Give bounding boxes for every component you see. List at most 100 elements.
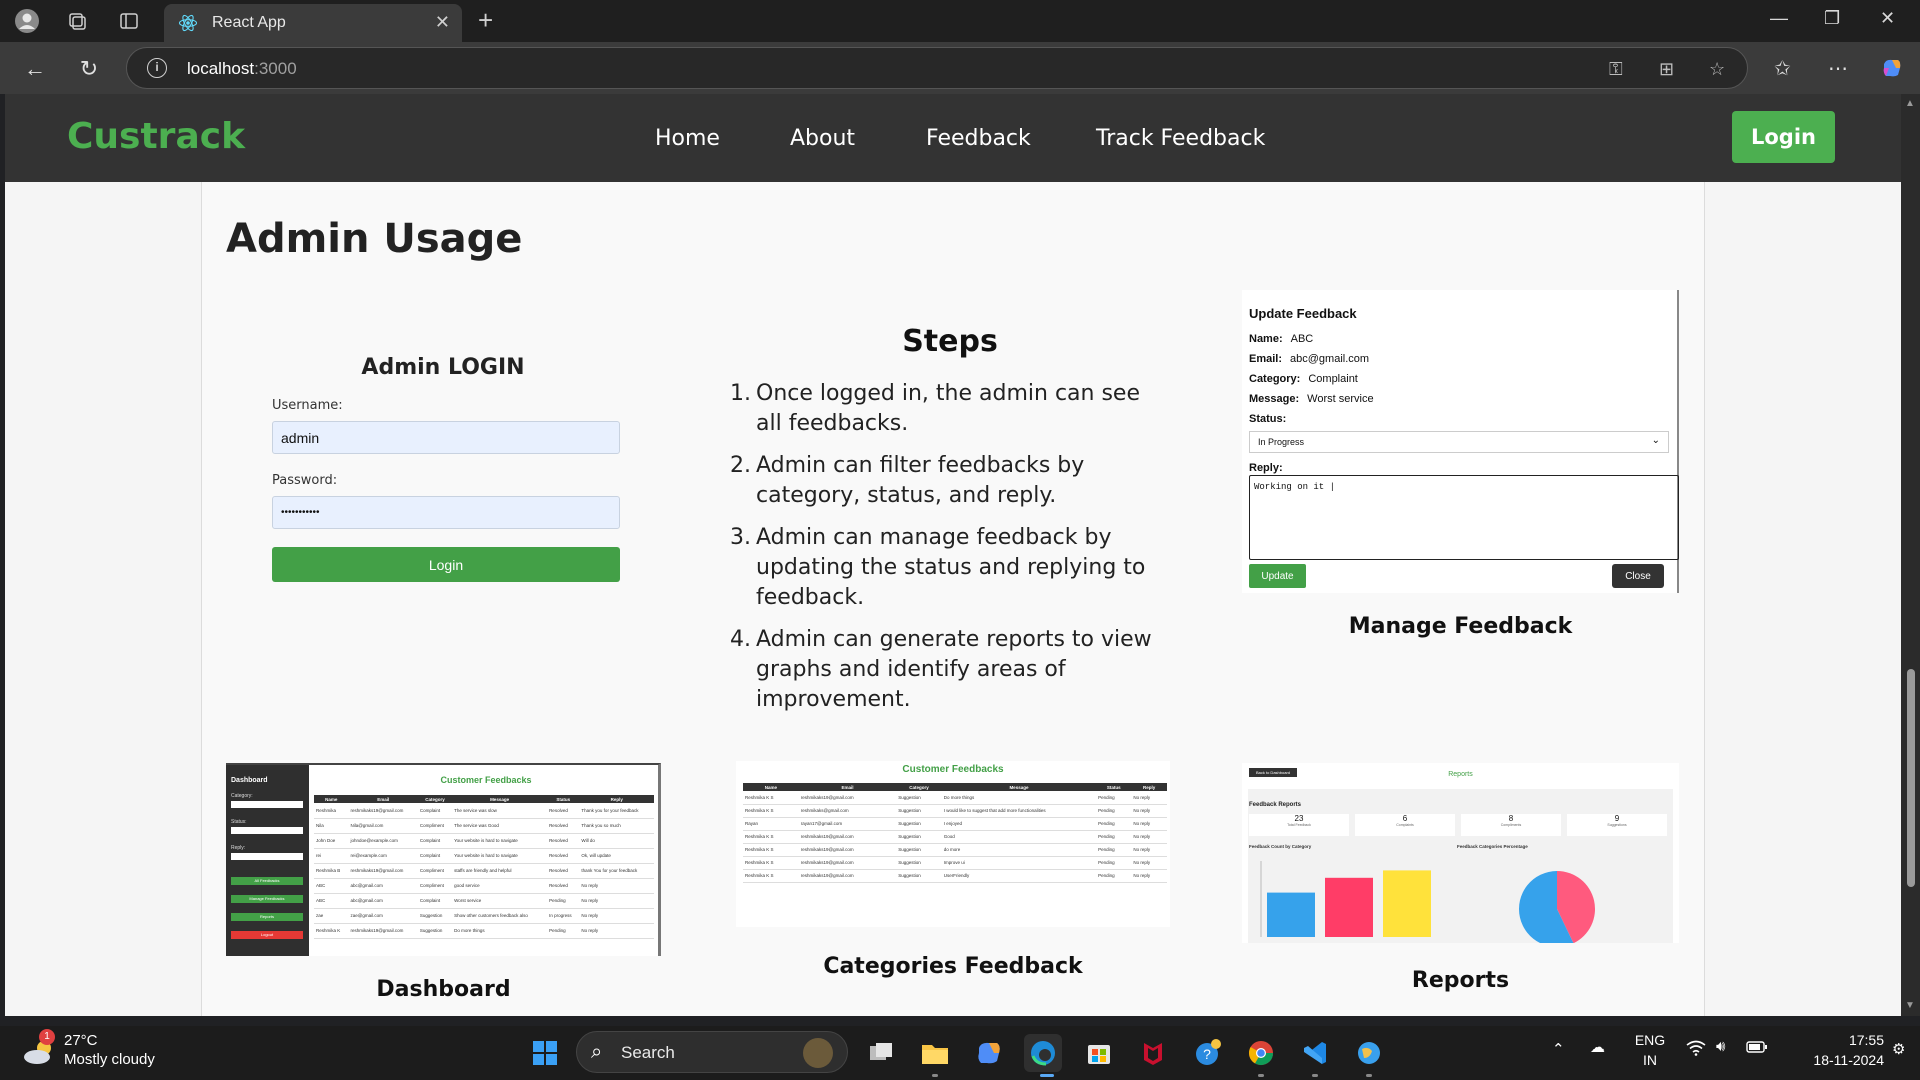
table-cell: Do more things [452, 923, 548, 939]
windows-start-icon[interactable] [526, 1034, 564, 1072]
table-cell: Resolved [547, 818, 580, 834]
table-header: Email [798, 783, 897, 791]
step-item: 2. Admin can filter feedbacks by category… [730, 453, 1085, 508]
copilot-icon[interactable] [1880, 56, 1904, 86]
dashboard-sidebar: Dashboard Category: Status: Reply: All F… [226, 765, 309, 956]
nav-home[interactable]: Home [655, 126, 720, 151]
table-cell: Resolved [547, 863, 580, 879]
favorite-star-icon[interactable]: ☆ [1709, 59, 1725, 80]
table-cell: Pending [1096, 791, 1132, 805]
table-row: rei rei@example.com Complaint Your website … [314, 848, 654, 864]
notification-icon[interactable]: ⚙ [1892, 1040, 1905, 1058]
table-header: Email [348, 795, 418, 803]
weather-temp[interactable]: 27°C [64, 1032, 98, 1049]
taskbar-search[interactable]: ⌕ Search [576, 1031, 848, 1073]
file-explorer-icon[interactable] [916, 1034, 954, 1072]
table-cell: abc@gmail.com [348, 878, 418, 894]
volume-icon[interactable]: 🔊︎ [1716, 1038, 1725, 1055]
steps-list: 1. Once logged in, the admin can see all … [730, 379, 1170, 727]
help-icon[interactable]: ? [1188, 1034, 1226, 1072]
new-tab-icon[interactable]: + [478, 7, 493, 33]
dashboard-table: Name Email Category Message Status Reply Reshm… [314, 795, 654, 939]
status-select: In Progress ⌄ [1249, 431, 1669, 453]
task-view-icon[interactable] [862, 1034, 900, 1072]
table-cell: Compliment [417, 863, 453, 879]
table-cell: Improve ui [941, 856, 1097, 870]
apps-icon[interactable]: ⊞ [1659, 59, 1674, 80]
table-cell: Reshmika K [314, 923, 349, 939]
onedrive-icon[interactable]: ☁ [1590, 1038, 1605, 1056]
table-cell: rei [314, 848, 349, 864]
steps-title: Steps [902, 324, 998, 359]
vertical-tabs-icon[interactable] [116, 8, 142, 34]
browser-toolbar: ← ↻ i localhost:3000 ⚿ ⊞ ☆ ✩ ⋯ [0, 42, 1920, 94]
table-cell: I would like to suggest that add more fu… [941, 804, 1097, 818]
table-row: ABC abc@gmail.com Complaint Worst service Pe… [314, 893, 654, 909]
reports-screenshot: Back to Dashboard Reports Feedback Repor… [1242, 763, 1679, 943]
mcafee-icon[interactable] [1134, 1034, 1172, 1072]
profile-icon[interactable] [14, 8, 40, 34]
navbar-login-button[interactable]: Login [1732, 111, 1835, 163]
show-hidden-icons[interactable]: ⌃ [1552, 1040, 1565, 1058]
taskbar-clock[interactable]: 17:55 18-11-2024 [1774, 1030, 1884, 1070]
globe-app-icon[interactable] [1350, 1034, 1388, 1072]
nav-track-feedback[interactable]: Track Feedback [1096, 126, 1265, 151]
site-brand[interactable]: Custrack [67, 116, 245, 157]
table-row: zae zae@gmail.com Suggestion Show other cus… [314, 908, 654, 924]
scroll-up-icon[interactable]: ▲ [1905, 98, 1915, 109]
favorites-icon[interactable]: ✩ [1774, 56, 1791, 81]
key-icon[interactable]: ⚿ [1609, 59, 1623, 80]
wifi-icon[interactable] [1686, 1040, 1706, 1060]
edge-icon[interactable] [1024, 1034, 1062, 1072]
table-cell: Resolved [547, 848, 580, 864]
table-cell: ABC [314, 878, 349, 894]
nav-about[interactable]: About [790, 126, 855, 151]
address-bar[interactable]: i localhost:3000 ⚿ ⊞ ☆ [126, 47, 1748, 89]
username-label: Username: [272, 398, 343, 413]
weather-desc[interactable]: Mostly cloudy [64, 1051, 155, 1068]
table-header: Message [452, 795, 548, 803]
table-cell: No reply [1131, 856, 1167, 870]
close-tab-icon[interactable]: ✕ [435, 12, 450, 33]
table-cell: Your website is hard to navigate [452, 833, 548, 849]
table-row: Reshmika Breshmikaks19@gmail.com Complime… [314, 863, 654, 879]
report-bar-chart [1260, 861, 1431, 937]
page-scrollbar[interactable]: ▲ ▼ [1901, 94, 1920, 1016]
scroll-down-icon[interactable]: ▼ [1905, 1000, 1915, 1011]
refresh-icon[interactable]: ↻ [74, 54, 104, 84]
table-row: Reshmika Kreshmikaks19@gmail.com Suggesti… [314, 923, 654, 939]
nav-feedback[interactable]: Feedback [926, 126, 1031, 151]
site-info-icon[interactable]: i [147, 58, 167, 78]
close-window-icon[interactable]: ✕ [1880, 8, 1895, 29]
vscode-icon[interactable] [1296, 1034, 1334, 1072]
more-options-icon[interactable]: ⋯ [1828, 56, 1848, 81]
close-button: Close [1612, 564, 1664, 588]
copilot-app-icon[interactable] [970, 1034, 1008, 1072]
minimize-icon[interactable]: — [1770, 8, 1788, 29]
table-cell: Your website is hard to navigate [452, 848, 548, 864]
battery-icon[interactable] [1746, 1040, 1768, 1058]
table-cell: Resolved [547, 803, 580, 819]
update-feedback-screenshot: Update Feedback Name: ABC Email: abc@gmail… [1242, 290, 1679, 593]
table-cell: The service was Good [452, 818, 548, 834]
update-button: Update [1249, 564, 1306, 588]
table-cell: Do more things [941, 791, 1097, 805]
workspaces-icon[interactable] [64, 8, 90, 34]
svg-text:?: ? [1203, 1046, 1211, 1062]
restore-icon[interactable]: ❐ [1824, 8, 1840, 29]
report-bar [1267, 892, 1315, 937]
table-cell: Show other customers feedback also [452, 908, 548, 924]
scrollbar-thumb[interactable] [1907, 669, 1915, 887]
microsoft-store-icon[interactable] [1080, 1034, 1118, 1072]
browser-tab[interactable]: React App ✕ [164, 4, 462, 42]
language-indicator[interactable]: ENG IN [1630, 1030, 1670, 1070]
step-item: 1. Once logged in, the admin can see all … [730, 381, 1140, 436]
browser-tab-bar: React App ✕ + — ❐ ✕ [0, 0, 1920, 42]
table-cell: Worst service [452, 893, 548, 909]
back-icon[interactable]: ← [20, 54, 50, 84]
table-cell: reshmikaks19@gmail.com [798, 791, 897, 805]
table-cell: Suggestion [896, 791, 942, 805]
chrome-icon[interactable] [1242, 1034, 1280, 1072]
step-item: 3. Admin can manage feedback by updating … [730, 525, 1146, 610]
table-cell: No reply [1131, 830, 1167, 844]
